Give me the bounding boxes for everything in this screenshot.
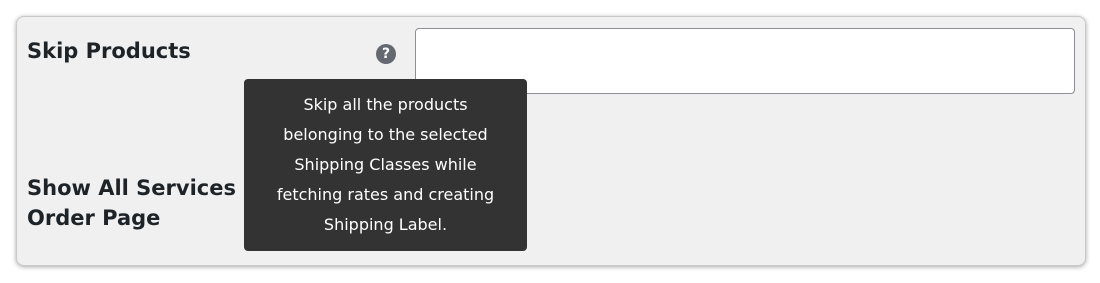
help-tooltip: Skip all the products belonging to the s… [244,79,527,251]
help-question-icon[interactable]: ? [376,44,396,64]
tooltip-line: fetching rates and creating [276,185,495,204]
tooltip-line: Shipping Classes while [294,155,477,174]
settings-panel: Skip Products ? Show All Services in Ord… [16,16,1086,266]
tooltip-line: Skip all the products [303,95,468,114]
skip-products-label: Skip Products [27,39,191,63]
show-all-services-label: Show All Services in Order Page [27,176,266,230]
tooltip-line: belonging to the selected [283,125,488,144]
tooltip-line: Shipping Label. [323,215,448,234]
